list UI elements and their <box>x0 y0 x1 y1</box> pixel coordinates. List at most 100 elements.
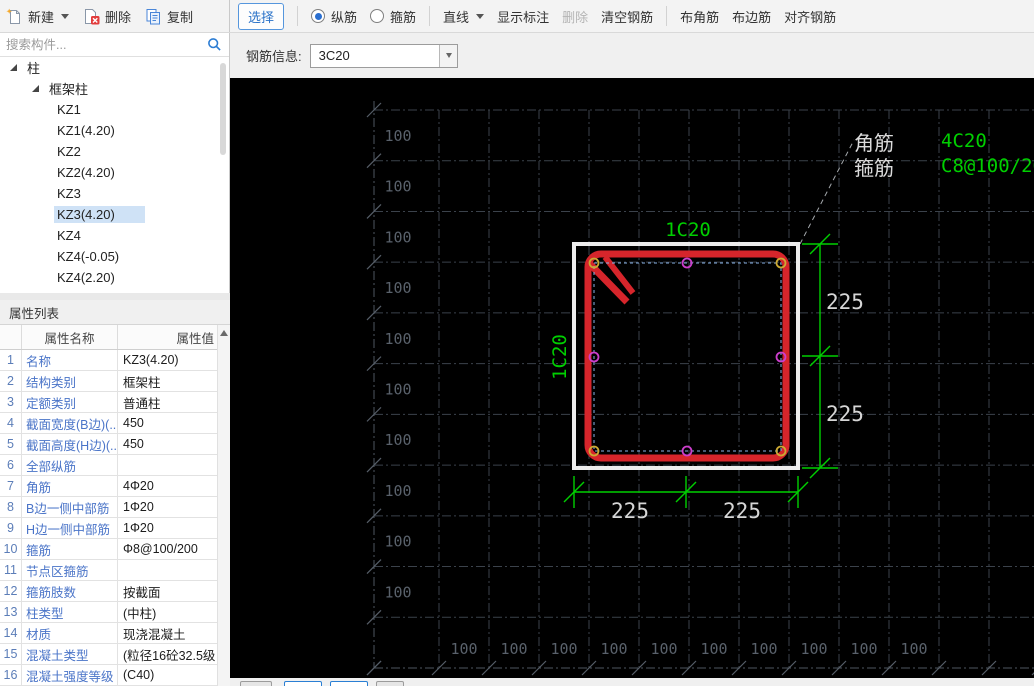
property-value[interactable]: (C40) <box>118 665 218 685</box>
property-name: 名称 <box>22 350 118 370</box>
status-strip <box>230 678 1034 686</box>
panel-splitter[interactable] <box>0 293 230 300</box>
grid-spacing-labels: 100 100 100 100 100 100 100 100 100 100 100 100 100 1… <box>384 127 927 658</box>
edit-toolbar-group: 选择 纵筋 箍筋 直线 显示标注 删除 清空钢筋 布角筋 布边筋 对齐钢筋 <box>230 0 1034 32</box>
rebar-guide-line <box>593 262 782 452</box>
property-name: 截面宽度(B边)(... <box>22 413 118 433</box>
properties-panel-header: 属性列表 <box>0 300 230 325</box>
tree-item-KZ1[interactable]: KZ1 <box>0 99 230 120</box>
property-value[interactable]: 普通柱 <box>118 392 218 412</box>
place-corner-bars-button[interactable]: 布角筋 <box>680 7 719 26</box>
property-value[interactable]: 1Φ20 <box>118 497 218 517</box>
longitudinal-radio[interactable]: 纵筋 <box>311 7 357 26</box>
property-value[interactable]: (中柱) <box>118 602 218 622</box>
delete-document-icon <box>85 8 100 24</box>
line-tool-button[interactable]: 直线 <box>443 7 485 26</box>
new-button[interactable]: 新建 <box>6 7 70 26</box>
tree-item-KZ2[interactable]: KZ2 <box>0 141 230 162</box>
section-editor-canvas[interactable]: 100 100 100 100 100 100 100 100 100 100 100 100 100 1… <box>230 78 1034 678</box>
rebar-info-label: 钢筋信息: <box>246 49 302 64</box>
tree-item-柱[interactable]: 柱 <box>0 57 230 78</box>
grid-spacing-label: 100 <box>384 482 411 500</box>
view-stub-button[interactable] <box>284 681 322 686</box>
file-toolbar-group: 新建 删除 复制 <box>0 0 230 32</box>
property-value[interactable]: 450 <box>118 434 218 454</box>
tree-item-KZ4(-0.05)[interactable]: KZ4(-0.05) <box>0 246 230 267</box>
stirrup-outline[interactable] <box>584 250 790 462</box>
search-input[interactable] <box>0 33 204 56</box>
tree-item-KZ4[interactable]: KZ4 <box>0 225 230 246</box>
show-annotation-button[interactable]: 显示标注 <box>497 7 549 26</box>
grid-ruler <box>366 101 1034 676</box>
column-property-value: 属性值 <box>176 331 214 346</box>
property-value[interactable] <box>118 455 218 475</box>
rebar-info-combobox[interactable]: 3C20 <box>309 43 458 68</box>
view-stub-button[interactable] <box>330 681 368 686</box>
property-name: 结构类别 <box>22 371 118 391</box>
property-value[interactable]: 框架柱 <box>118 371 218 391</box>
grid-spacing-label: 100 <box>850 640 877 658</box>
align-rebar-button[interactable]: 对齐钢筋 <box>784 7 836 26</box>
copy-button[interactable]: 复制 <box>145 7 193 26</box>
property-value[interactable]: 现浇混凝土 <box>118 623 218 643</box>
right-dimension-value: 225 <box>826 290 864 314</box>
combobox-dropdown-button[interactable] <box>438 44 457 67</box>
toolbar-separator <box>429 6 431 26</box>
property-row-number: 16 <box>0 665 22 685</box>
tree-item-label: KZ3 <box>57 186 81 201</box>
place-edge-bars-button[interactable]: 布边筋 <box>732 7 771 26</box>
tree-item-KZ4(2.20)[interactable]: KZ4(2.20) <box>0 267 230 288</box>
rebar-info-bar: 钢筋信息: 3C20 <box>230 33 1034 78</box>
clear-rebar-button[interactable]: 清空钢筋 <box>601 7 653 26</box>
property-row-number: 14 <box>0 623 22 643</box>
tree-item-KZ3[interactable]: KZ3 <box>0 183 230 204</box>
property-name: H边一侧中部筋 <box>22 518 118 538</box>
tree-item-KZ3(4.20)[interactable]: KZ3(4.20) <box>0 204 230 225</box>
top-middle-bar-label: 1C20 <box>665 219 711 241</box>
grid-spacing-label: 100 <box>384 431 411 449</box>
grid-spacing-label: 100 <box>500 640 527 658</box>
property-name: 材质 <box>22 623 118 643</box>
grid <box>374 109 1034 668</box>
chevron-down-icon <box>446 53 453 58</box>
property-value[interactable]: KZ3(4.20) <box>118 350 218 370</box>
property-value[interactable] <box>118 560 218 580</box>
tree-item-KZ1(4.20)[interactable]: KZ1(4.20) <box>0 120 230 141</box>
column-property-name: 属性名称 <box>22 325 118 349</box>
property-row-number: 8 <box>0 497 22 517</box>
property-value[interactable]: 450 <box>118 413 218 433</box>
section-drawing[interactable]: 100 100 100 100 100 100 100 100 100 100 100 100 100 1… <box>230 78 1034 678</box>
tree-item-框架柱[interactable]: 框架柱 <box>0 78 230 99</box>
properties-scrollbar[interactable] <box>217 325 230 686</box>
delete-button[interactable]: 删除 <box>83 7 131 26</box>
property-value[interactable]: 4Φ20 <box>118 476 218 496</box>
expand-icon[interactable] <box>10 64 17 71</box>
corner-rebar-points <box>588 257 787 457</box>
bottom-dimension-value: 225 <box>723 499 761 523</box>
property-value[interactable]: 1Φ20 <box>118 518 218 538</box>
property-value[interactable]: Φ8@100/200 <box>118 539 218 559</box>
tree-scrollbar[interactable] <box>220 63 226 155</box>
bottom-dimension-value: 225 <box>611 499 649 523</box>
expand-icon[interactable] <box>32 85 39 92</box>
toolbar-separator <box>666 6 668 26</box>
scroll-up-icon[interactable] <box>220 330 228 336</box>
chevron-down-icon <box>61 13 70 19</box>
property-row: 6 全部纵筋 <box>0 455 230 476</box>
tree-item-KZ2(4.20)[interactable]: KZ2(4.20) <box>0 162 230 183</box>
property-value[interactable]: 按截面 <box>118 581 218 601</box>
view-stub-button[interactable] <box>240 681 272 686</box>
property-row: 12 箍筋肢数 按截面 <box>0 581 230 602</box>
property-row-number: 2 <box>0 371 22 391</box>
select-tool-button[interactable]: 选择 <box>238 2 285 30</box>
stirrup-radio-label: 箍筋 <box>390 9 417 25</box>
search-icon[interactable] <box>207 37 222 52</box>
view-stub-button[interactable] <box>376 681 404 686</box>
tree-item-label: KZ4(-0.05) <box>57 249 120 264</box>
application-window: 新建 删除 复制 选择 纵筋 箍筋 直线 显示标注 删除 清空钢筋 布角筋 布边… <box>0 0 1034 686</box>
stirrup-radio[interactable]: 箍筋 <box>370 7 416 26</box>
main-toolbar: 新建 删除 复制 选择 纵筋 箍筋 直线 显示标注 删除 清空钢筋 布角筋 布边… <box>0 0 1034 33</box>
property-value[interactable]: (粒径16砼32.5级 <box>118 644 218 664</box>
property-row: 13 柱类型 (中柱) <box>0 602 230 623</box>
radio-unselected-icon <box>370 9 385 23</box>
